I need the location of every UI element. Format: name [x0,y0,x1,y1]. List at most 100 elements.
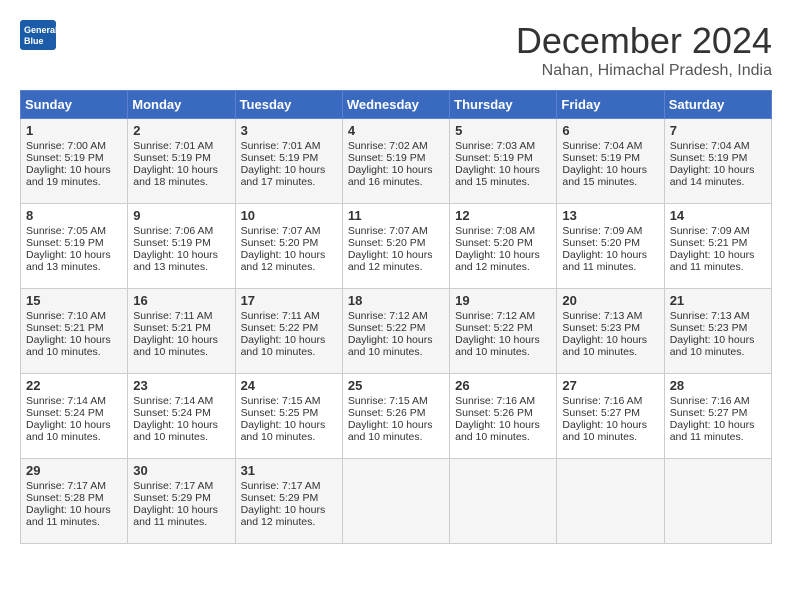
calendar-cell: 21 Sunrise: 7:13 AM Sunset: 5:23 PM Dayl… [664,289,771,374]
calendar-cell: 26 Sunrise: 7:16 AM Sunset: 5:26 PM Dayl… [450,374,557,459]
sunrise-label: Sunrise: 7:16 AM [562,395,642,407]
sunset-label: Sunset: 5:27 PM [562,407,640,419]
sunrise-label: Sunrise: 7:17 AM [241,480,321,492]
daylight-label: Daylight: 10 hours and 10 minutes. [26,419,111,443]
sunrise-label: Sunrise: 7:09 AM [670,225,750,237]
daylight-label: Daylight: 10 hours and 16 minutes. [348,164,433,188]
day-number: 29 [26,463,122,478]
day-number: 20 [562,293,658,308]
sunset-label: Sunset: 5:27 PM [670,407,748,419]
sunset-label: Sunset: 5:24 PM [133,407,211,419]
day-header: Sunday [21,91,128,119]
month-title: December 2024 [516,20,772,62]
day-number: 18 [348,293,444,308]
day-number: 13 [562,208,658,223]
sunrise-label: Sunrise: 7:17 AM [26,480,106,492]
sunrise-label: Sunrise: 7:04 AM [562,140,642,152]
daylight-label: Daylight: 10 hours and 10 minutes. [562,334,647,358]
day-number: 12 [455,208,551,223]
calendar-cell: 12 Sunrise: 7:08 AM Sunset: 5:20 PM Dayl… [450,204,557,289]
sunset-label: Sunset: 5:22 PM [241,322,319,334]
day-number: 28 [670,378,766,393]
sunset-label: Sunset: 5:21 PM [26,322,104,334]
day-number: 31 [241,463,337,478]
calendar-cell: 10 Sunrise: 7:07 AM Sunset: 5:20 PM Dayl… [235,204,342,289]
svg-text:General: General [24,25,56,35]
daylight-label: Daylight: 10 hours and 18 minutes. [133,164,218,188]
sunset-label: Sunset: 5:26 PM [348,407,426,419]
title-block: December 2024 Nahan, Himachal Pradesh, I… [516,20,772,80]
calendar-cell: 18 Sunrise: 7:12 AM Sunset: 5:22 PM Dayl… [342,289,449,374]
calendar-cell: 4 Sunrise: 7:02 AM Sunset: 5:19 PM Dayli… [342,119,449,204]
calendar-cell [342,459,449,544]
day-number: 19 [455,293,551,308]
sunrise-label: Sunrise: 7:12 AM [455,310,535,322]
sunset-label: Sunset: 5:20 PM [348,237,426,249]
day-number: 7 [670,123,766,138]
calendar-cell: 6 Sunrise: 7:04 AM Sunset: 5:19 PM Dayli… [557,119,664,204]
sunrise-label: Sunrise: 7:00 AM [26,140,106,152]
daylight-label: Daylight: 10 hours and 10 minutes. [348,419,433,443]
day-number: 26 [455,378,551,393]
sunset-label: Sunset: 5:25 PM [241,407,319,419]
sunrise-label: Sunrise: 7:07 AM [241,225,321,237]
daylight-label: Daylight: 10 hours and 19 minutes. [26,164,111,188]
daylight-label: Daylight: 10 hours and 15 minutes. [562,164,647,188]
calendar-cell: 11 Sunrise: 7:07 AM Sunset: 5:20 PM Dayl… [342,204,449,289]
daylight-label: Daylight: 10 hours and 10 minutes. [133,419,218,443]
calendar-cell: 29 Sunrise: 7:17 AM Sunset: 5:28 PM Dayl… [21,459,128,544]
calendar-cell: 31 Sunrise: 7:17 AM Sunset: 5:29 PM Dayl… [235,459,342,544]
calendar-cell: 25 Sunrise: 7:15 AM Sunset: 5:26 PM Dayl… [342,374,449,459]
sunset-label: Sunset: 5:26 PM [455,407,533,419]
day-number: 14 [670,208,766,223]
daylight-label: Daylight: 10 hours and 10 minutes. [133,334,218,358]
calendar-cell: 22 Sunrise: 7:14 AM Sunset: 5:24 PM Dayl… [21,374,128,459]
calendar-cell: 1 Sunrise: 7:00 AM Sunset: 5:19 PM Dayli… [21,119,128,204]
sunset-label: Sunset: 5:19 PM [133,237,211,249]
day-number: 21 [670,293,766,308]
daylight-label: Daylight: 10 hours and 12 minutes. [241,249,326,273]
sunrise-label: Sunrise: 7:15 AM [348,395,428,407]
day-number: 23 [133,378,229,393]
sunset-label: Sunset: 5:20 PM [562,237,640,249]
calendar-cell: 27 Sunrise: 7:16 AM Sunset: 5:27 PM Dayl… [557,374,664,459]
sunrise-label: Sunrise: 7:12 AM [348,310,428,322]
daylight-label: Daylight: 10 hours and 10 minutes. [348,334,433,358]
day-header: Saturday [664,91,771,119]
sunrise-label: Sunrise: 7:07 AM [348,225,428,237]
sunrise-label: Sunrise: 7:06 AM [133,225,213,237]
calendar-cell [450,459,557,544]
sunset-label: Sunset: 5:20 PM [455,237,533,249]
day-header: Thursday [450,91,557,119]
daylight-label: Daylight: 10 hours and 11 minutes. [133,504,218,528]
sunset-label: Sunset: 5:22 PM [455,322,533,334]
calendar-cell: 30 Sunrise: 7:17 AM Sunset: 5:29 PM Dayl… [128,459,235,544]
calendar-table: SundayMondayTuesdayWednesdayThursdayFrid… [20,90,772,544]
page-header: General Blue December 2024 Nahan, Himach… [20,20,772,80]
daylight-label: Daylight: 10 hours and 10 minutes. [241,419,326,443]
calendar-cell: 16 Sunrise: 7:11 AM Sunset: 5:21 PM Dayl… [128,289,235,374]
daylight-label: Daylight: 10 hours and 17 minutes. [241,164,326,188]
daylight-label: Daylight: 10 hours and 10 minutes. [26,334,111,358]
sunrise-label: Sunrise: 7:13 AM [562,310,642,322]
calendar-cell: 20 Sunrise: 7:13 AM Sunset: 5:23 PM Dayl… [557,289,664,374]
sunrise-label: Sunrise: 7:04 AM [670,140,750,152]
day-number: 24 [241,378,337,393]
calendar-cell: 14 Sunrise: 7:09 AM Sunset: 5:21 PM Dayl… [664,204,771,289]
sunset-label: Sunset: 5:19 PM [670,152,748,164]
day-number: 3 [241,123,337,138]
day-number: 6 [562,123,658,138]
daylight-label: Daylight: 10 hours and 11 minutes. [670,419,755,443]
sunset-label: Sunset: 5:19 PM [241,152,319,164]
daylight-label: Daylight: 10 hours and 10 minutes. [562,419,647,443]
sunset-label: Sunset: 5:28 PM [26,492,104,504]
calendar-cell: 8 Sunrise: 7:05 AM Sunset: 5:19 PM Dayli… [21,204,128,289]
day-header: Monday [128,91,235,119]
sunrise-label: Sunrise: 7:05 AM [26,225,106,237]
calendar-cell: 9 Sunrise: 7:06 AM Sunset: 5:19 PM Dayli… [128,204,235,289]
calendar-cell: 2 Sunrise: 7:01 AM Sunset: 5:19 PM Dayli… [128,119,235,204]
daylight-label: Daylight: 10 hours and 14 minutes. [670,164,755,188]
day-number: 4 [348,123,444,138]
sunrise-label: Sunrise: 7:11 AM [241,310,320,322]
sunrise-label: Sunrise: 7:13 AM [670,310,750,322]
